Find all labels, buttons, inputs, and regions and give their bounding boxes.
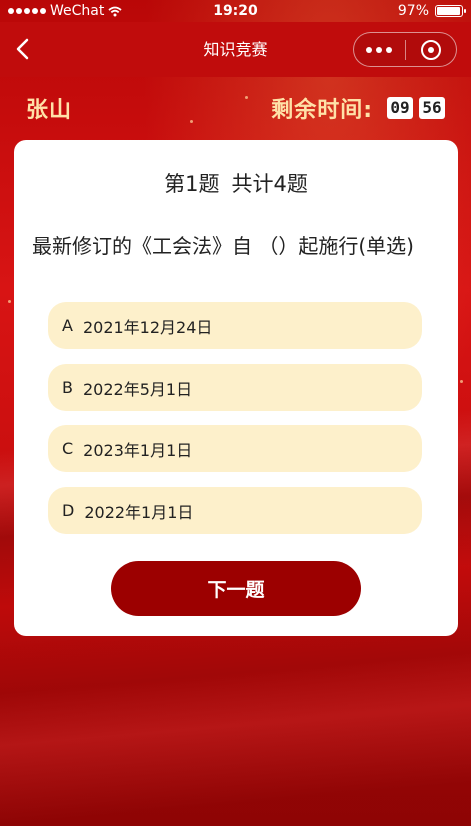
question-progress: 第1题 共计4题 (14, 168, 458, 198)
timer-label: 剩余时间: (271, 98, 373, 123)
next-question-button[interactable]: 下一题 (111, 561, 361, 616)
status-bar: WeChat 19:20 97% (0, 0, 471, 22)
miniprogram-capsule (353, 32, 457, 67)
option-a[interactable]: A 2021年12月24日 (48, 302, 422, 349)
timer-seconds: 56 (419, 97, 445, 119)
countdown-timer: 剩余时间: 09 56 (271, 92, 445, 124)
option-text: 2023年1月1日 (83, 440, 193, 460)
timer-minutes: 09 (387, 97, 413, 119)
navigation-bar: 知识竞赛 (0, 22, 471, 77)
question-number: 第1题 (164, 172, 220, 196)
user-name: 张山 (26, 98, 73, 123)
option-text: 2021年12月24日 (82, 317, 213, 337)
battery-icon (435, 5, 466, 17)
option-letter: A (62, 316, 73, 335)
option-d[interactable]: D 2022年1月1日 (48, 487, 422, 534)
option-text: 2022年5月1日 (82, 379, 193, 399)
option-text: 2022年1月1日 (84, 502, 194, 522)
sparkle (245, 96, 248, 99)
sparkle (8, 300, 11, 303)
sparkle (190, 120, 193, 123)
battery-percent: 97% (397, 3, 429, 19)
sparkle (460, 380, 463, 383)
option-c[interactable]: C 2023年1月1日 (48, 425, 422, 472)
option-letter: D (62, 501, 75, 520)
close-circle-icon (420, 39, 441, 60)
question-card: 第1题 共计4题 最新修订的《工会法》自 （）起施行(单选) A 2021年12月… (14, 140, 458, 636)
more-icon[interactable] (354, 46, 405, 53)
close-miniprogram-button[interactable] (406, 39, 457, 60)
question-total: 共计4题 (231, 172, 308, 196)
question-text: 最新修订的《工会法》自 （）起施行(单选) (32, 234, 414, 258)
option-letter: B (62, 378, 73, 397)
option-letter: C (62, 439, 74, 458)
option-b[interactable]: B 2022年5月1日 (48, 364, 422, 411)
